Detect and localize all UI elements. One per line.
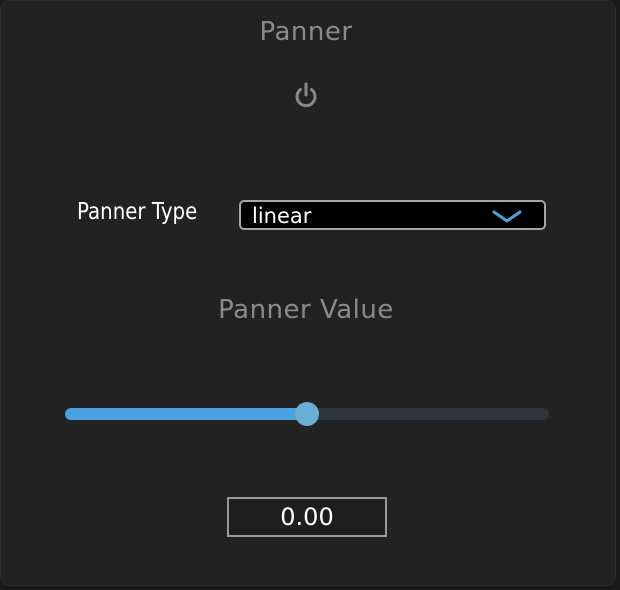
slider-fill xyxy=(65,408,307,420)
panner-type-select[interactable]: linear xyxy=(239,200,546,230)
power-icon[interactable] xyxy=(290,80,322,112)
panner-value-title: Panner Value xyxy=(218,295,394,325)
panner-type-selected-value: linear xyxy=(252,204,312,228)
panner-value-display[interactable]: 0.00 xyxy=(227,497,387,537)
chevron-down-icon xyxy=(492,210,522,223)
panel-title: Panner xyxy=(259,17,353,47)
panner-value-slider[interactable] xyxy=(63,399,551,429)
panner-panel: Panner Panner Type linear Panner Value 0… xyxy=(0,0,616,586)
panner-type-label: Panner Type xyxy=(77,199,198,225)
slider-thumb[interactable] xyxy=(295,402,319,426)
